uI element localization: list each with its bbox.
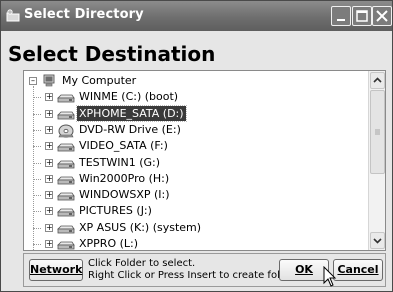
tree-item[interactable]: + XP ASUS (K:) (system) xyxy=(24,220,364,237)
expand-toggle[interactable]: + xyxy=(45,157,53,167)
tree-connector-line xyxy=(33,162,41,164)
dvd-drive-icon xyxy=(57,123,75,138)
plus-icon: + xyxy=(46,124,53,134)
tree-connector-line xyxy=(33,178,41,180)
chevron-up-icon xyxy=(373,77,382,83)
tree-item-label: VIDEO_SATA (F:) xyxy=(79,139,168,153)
hard-drive-icon xyxy=(57,139,75,153)
scroll-up-button[interactable] xyxy=(370,72,385,89)
hard-drive-icon xyxy=(57,107,75,121)
hard-drive-icon xyxy=(57,156,75,170)
cancel-button[interactable]: Cancel xyxy=(333,259,383,281)
tree-item[interactable]: + Win2000Pro (H:) xyxy=(24,171,364,188)
tree-item[interactable]: + VIDEO_SATA (F:) xyxy=(24,138,364,155)
expand-toggle[interactable]: + xyxy=(45,124,53,134)
tree-connector-line xyxy=(33,146,41,148)
minus-icon: – xyxy=(31,76,35,85)
tree-item-my-computer[interactable]: – My Computer xyxy=(24,73,364,90)
close-button[interactable] xyxy=(372,6,392,26)
tree-connector-line xyxy=(33,97,41,99)
tree-item-label: WINDOWSXP (I:) xyxy=(79,188,170,202)
tree-connector-line xyxy=(33,129,41,131)
hard-drive-icon xyxy=(57,90,75,104)
title-bar[interactable]: Select Directory xyxy=(1,1,392,31)
hard-drive-icon xyxy=(57,221,75,235)
tree-item[interactable]: + TESTWIN1 (G:) xyxy=(24,155,364,172)
expand-toggle[interactable]: + xyxy=(45,141,53,151)
tree-item-label: PICTURES (J:) xyxy=(79,204,152,218)
tree-item[interactable]: + DVD-RW Drive (E:) xyxy=(24,122,364,139)
tree-item-label: TESTWIN1 (G:) xyxy=(79,155,161,169)
dialog-heading: Select Destination xyxy=(8,42,216,66)
maximize-button[interactable] xyxy=(352,6,372,26)
plus-icon: + xyxy=(46,173,53,183)
mouse-pointer-icon xyxy=(323,266,337,287)
tree-item[interactable]: + PICTURES (J:) xyxy=(24,203,364,220)
tree-connector-line xyxy=(33,227,41,229)
grip-icon xyxy=(375,129,380,135)
hard-drive-icon xyxy=(57,172,75,186)
scroll-down-button[interactable] xyxy=(370,232,385,249)
scroll-thumb[interactable] xyxy=(370,90,385,174)
tree-item[interactable]: + WINME (C:) (boot) xyxy=(24,89,364,106)
minimize-button[interactable] xyxy=(331,6,351,26)
tree-item[interactable]: + XPHOME_SATA (D:) xyxy=(24,104,364,123)
tree-item-label: XP ASUS (K:) (system) xyxy=(79,220,202,234)
minimize-icon xyxy=(337,19,345,21)
tree-connector-line xyxy=(33,113,41,115)
tree-item[interactable]: + XPPRO (L:) xyxy=(24,236,364,250)
tree-connector-line xyxy=(33,211,41,213)
ok-button[interactable]: OK xyxy=(279,259,329,281)
expand-toggle[interactable]: + xyxy=(45,190,53,200)
plus-icon: + xyxy=(46,108,53,118)
plus-icon: + xyxy=(46,190,53,200)
plus-icon: + xyxy=(46,239,53,248)
chevron-down-icon xyxy=(373,238,382,244)
collapse-toggle[interactable]: – xyxy=(29,77,37,85)
ok-button-label: OK xyxy=(295,263,313,276)
expand-toggle[interactable]: + xyxy=(45,206,53,216)
folder-tree[interactable]: – My Computer + WINME (C:) (boot) + XPHOME_SA… xyxy=(23,70,386,251)
network-button-label: Network xyxy=(30,263,83,276)
window-title: Select Directory xyxy=(24,7,144,22)
expand-toggle[interactable]: + xyxy=(45,240,53,248)
tree-item-label: XPPRO (L:) xyxy=(79,237,139,250)
tree-connector-line xyxy=(33,244,41,245)
cancel-button-label: Cancel xyxy=(337,263,379,276)
expand-toggle[interactable]: + xyxy=(45,92,53,102)
tree-item-label: WINME (C:) (boot) xyxy=(79,90,179,104)
plus-icon: + xyxy=(46,222,53,232)
tree-item[interactable]: + WINDOWSXP (I:) xyxy=(24,187,364,204)
select-directory-window: Select Directory Select Destination – My … xyxy=(0,0,393,292)
plus-icon: + xyxy=(46,206,53,216)
tree-item-label: Win2000Pro (H:) xyxy=(79,171,170,185)
tree-connector-line xyxy=(33,195,41,197)
expand-toggle[interactable]: + xyxy=(45,108,53,118)
hint-line-2: Right Click or Press Insert to create fo… xyxy=(88,270,299,281)
close-icon xyxy=(376,10,388,22)
hard-drive-icon xyxy=(57,188,75,202)
hint-line-1: Click Folder to select. xyxy=(88,258,196,269)
tree-item-label: XPHOME_SATA (D:) xyxy=(76,104,187,122)
plus-icon: + xyxy=(46,141,53,151)
folder-app-icon xyxy=(6,9,20,22)
network-button[interactable]: Network xyxy=(29,259,83,281)
vertical-scrollbar[interactable] xyxy=(368,71,385,250)
tree-item-label: My Computer xyxy=(62,74,137,87)
expand-toggle[interactable]: + xyxy=(45,173,53,183)
computer-icon xyxy=(43,74,55,87)
plus-icon: + xyxy=(46,157,53,167)
hard-drive-icon xyxy=(57,204,75,218)
tree-item-label: DVD-RW Drive (E:) xyxy=(79,122,181,136)
plus-icon: + xyxy=(46,92,53,102)
expand-toggle[interactable]: + xyxy=(45,222,53,232)
maximize-icon xyxy=(356,10,368,22)
hard-drive-icon xyxy=(57,237,75,250)
